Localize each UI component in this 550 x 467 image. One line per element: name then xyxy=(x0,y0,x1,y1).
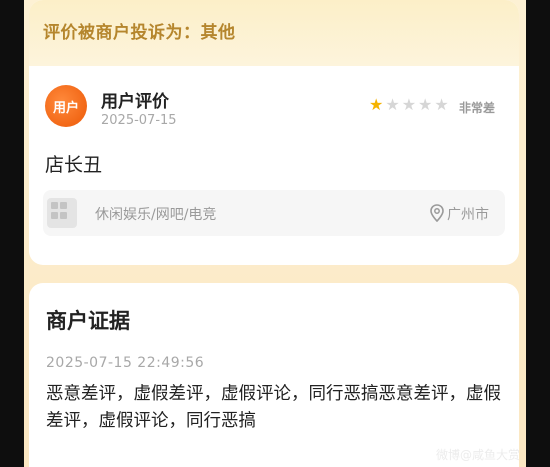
shop-info-box[interactable]: 休闲娱乐/网吧/电竞 广州市 xyxy=(43,190,505,236)
shop-thumbnail xyxy=(47,198,77,228)
right-dark-border xyxy=(526,0,550,467)
evidence-title: 商户证据 xyxy=(46,309,130,333)
star-icon: ★ xyxy=(434,95,449,114)
shop-category: 休闲娱乐/网吧/电竞 xyxy=(95,207,217,223)
star-icon: ★ xyxy=(418,95,433,114)
shop-city: 广州市 xyxy=(447,207,489,223)
star-icon: ★ xyxy=(385,95,400,114)
review-content: 店长丑 xyxy=(45,154,103,176)
complaint-header: 评价被商户投诉为：其他 xyxy=(29,0,519,66)
left-dark-border xyxy=(0,0,24,467)
merchant-evidence-card: 商户证据 2025-07-15 22:49:56 恶意差评，虚假差评，虚假评论，… xyxy=(29,283,519,467)
star-icon: ★ xyxy=(369,95,384,114)
location-pin-icon xyxy=(430,204,444,222)
avatar[interactable]: 用户 xyxy=(45,85,87,127)
rating-text: 非常差 xyxy=(459,101,496,115)
avatar-text: 用户 xyxy=(52,100,79,116)
evidence-text: 恶意差评，虚假差评，虚假评论，同行恶搞恶意差评，虚假差评，虚假评论，同行恶搞 xyxy=(46,384,501,431)
star-rating: ★ ★ ★ ★ ★ xyxy=(369,97,449,113)
review-date: 2025-07-15 xyxy=(101,113,177,128)
review-card: 评价被商户投诉为：其他 用户 用户评价 2025-07-15 ★ ★ ★ ★ ★ 非常差… xyxy=(29,0,519,265)
reviewer-name: 用户评价 xyxy=(101,92,169,112)
star-icon: ★ xyxy=(401,95,417,114)
evidence-timestamp: 2025-07-15 22:49:56 xyxy=(46,355,205,371)
watermark: 微博@咸鱼大赏 xyxy=(435,448,520,462)
complaint-label: 评价被商户投诉为：其他 xyxy=(43,23,236,43)
